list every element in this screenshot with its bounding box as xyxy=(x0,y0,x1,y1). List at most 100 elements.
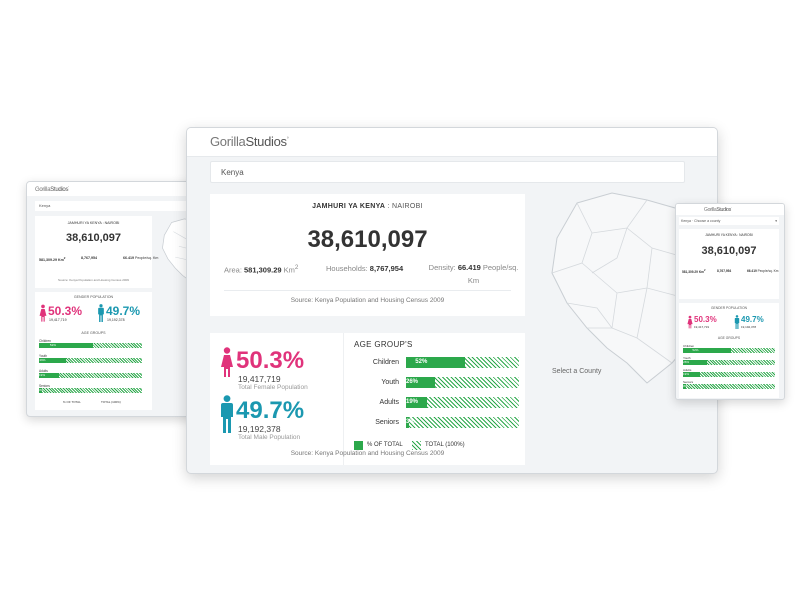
laptop-age-bar-children: 52% xyxy=(39,343,142,348)
female-count: 19,417,719 xyxy=(238,374,281,384)
male-percentage: 49.7% xyxy=(236,397,305,424)
laptop-overview-card: JAMHURI YA KENYA : NAIROBI 38,610,097 58… xyxy=(35,216,158,288)
region-heading: JAMHURI YA KENYA : NAIROBI xyxy=(312,203,423,210)
phone-age-bar-fill-youth: 26% xyxy=(683,360,707,365)
laptop-total: 38,610,097 xyxy=(65,232,122,244)
legend-label-total: % OF TOTAL xyxy=(367,442,403,448)
phone-female-pct: 50.3% xyxy=(694,315,717,324)
phone-age-bar-fill-seniors: 3% xyxy=(683,384,687,389)
laptop-area: 581,309.29 Km2 xyxy=(39,256,66,263)
legend-label-full: TOTAL (100%) xyxy=(425,442,465,448)
laptop-male-pct: 49.7% xyxy=(106,304,141,318)
phone-total: 38,610,097 xyxy=(701,245,757,257)
laptop-female-count: 19,417,719 xyxy=(49,318,67,322)
area-stat: Area: 581,309.29 Km2 xyxy=(224,264,299,275)
laptop-male-icon xyxy=(98,304,104,322)
female-label: Total Female Population xyxy=(238,384,308,391)
phone-male-count: 19,192,378 xyxy=(741,325,757,329)
laptop-male-count: 19,192,378 xyxy=(107,318,125,322)
laptop-age-bar-seniors: 3% xyxy=(39,388,142,393)
brand-logo[interactable]: GorillaStudios° xyxy=(210,134,289,149)
laptop-female-pct: 50.3% xyxy=(48,304,83,318)
age-value-youth: 26% xyxy=(406,379,419,385)
phone-female-icon xyxy=(687,315,693,329)
laptop-source: Source: Kenya Population and Housing Cen… xyxy=(58,278,129,282)
laptop-gender-card: GENDER POPULATION 50.3% 19,417,719 49.7%… xyxy=(35,292,152,410)
demographics-source: Source: Kenya Population and Housing Cen… xyxy=(290,450,445,457)
phone-age-bar-youth: 26% xyxy=(683,360,775,365)
laptop-age-value-adults: 19% xyxy=(39,373,46,377)
age-value-adults: 19% xyxy=(406,399,419,405)
age-bar-children: 52% xyxy=(406,357,519,368)
laptop-age-value-youth: 26% xyxy=(39,358,46,362)
phone-age-value-youth: 26% xyxy=(683,360,690,364)
phone-gender-title: GENDER POPULATION xyxy=(710,306,748,310)
divider xyxy=(224,290,511,291)
phone-age-value-children: 52% xyxy=(692,348,699,352)
male-count: 19,192,378 xyxy=(238,424,281,434)
laptop-legend-total: % OF TOTAL xyxy=(63,400,81,404)
map-prompt: Select a County xyxy=(552,368,602,375)
phone-age-bar-fill-children: 52% xyxy=(683,348,731,353)
phone-age-bar-children: 52% xyxy=(683,348,775,353)
phone-area: 581,309.29 Km2 xyxy=(682,269,706,275)
age-label-adults: Adults xyxy=(379,399,399,406)
laptop-age-bar-fill-children: 52% xyxy=(39,343,93,348)
age-bar-fill-adults: 19% xyxy=(406,397,428,408)
phone-age-title: AGE GROUPS xyxy=(717,336,741,340)
age-bar-adults: 19% xyxy=(406,397,519,408)
overview-card: JAMHURI YA KENYA : NAIROBI 38,610,097 Ar… xyxy=(210,194,525,316)
laptop-age-bar-fill-seniors: 3% xyxy=(39,388,43,393)
laptop-female-icon xyxy=(39,304,47,322)
laptop-density: 66.419 People/sq. Km xyxy=(123,256,159,260)
laptop-households: 8,767,954 xyxy=(81,256,97,260)
phone-male-pct: 49.7% xyxy=(741,315,764,324)
laptop-age-bar-fill-adults: 19% xyxy=(39,373,59,378)
female-icon xyxy=(221,347,233,377)
age-bar-fill-youth: 26% xyxy=(406,377,436,388)
age-bar-youth: 26% xyxy=(406,377,519,388)
age-bar-seniors: 3% xyxy=(406,417,519,428)
legend-swatch-full xyxy=(412,441,421,450)
age-bar-fill-seniors: 3% xyxy=(406,417,415,428)
density-stat: Density: 66.419 People/sq. Km xyxy=(428,263,519,285)
total-population: 38,610,097 xyxy=(307,226,428,253)
app-header: GorillaStudios° xyxy=(187,128,717,157)
phone-preview: GorillaStudios° Kenya · Choose a county ▾… xyxy=(675,203,785,400)
age-label-seniors: Seniors xyxy=(375,419,399,426)
laptop-gender-title: GENDER POPULATION xyxy=(73,295,114,299)
demographics-card: 50.3% 19,417,719 Total Female Population… xyxy=(210,333,525,465)
phone-households: 8,767,954 xyxy=(717,269,732,273)
male-icon xyxy=(221,395,233,433)
phone-heading: JAMHURI YA KENYA : NAIROBI xyxy=(705,233,753,237)
phone-gender-card: GENDER POPULATION 50.3% 19,417,719 49.7%… xyxy=(679,303,779,398)
phone-age-bar-seniors: 3% xyxy=(683,384,775,389)
phone-age-bar-fill-adults: 19% xyxy=(683,372,701,377)
age-bar-fill-children: 52% xyxy=(406,357,465,368)
phone-header: GorillaStudios° xyxy=(676,204,784,215)
laptop-age-value-children: 52% xyxy=(49,343,56,347)
phone-logo: GorillaStudios° xyxy=(704,207,732,213)
phone-density: 66.419 People/sq. Km xyxy=(747,269,779,273)
country-search-input[interactable]: Kenya xyxy=(210,161,685,183)
age-groups-panel: AGE GROUP'S Children 52% Youth 26% Adults 19%… xyxy=(343,333,526,465)
male-label: Total Male Population xyxy=(238,434,301,441)
laptop-heading: JAMHURI YA KENYA : NAIROBI xyxy=(67,221,120,225)
chevron-down-icon: ▾ xyxy=(775,219,777,223)
age-value-children: 52% xyxy=(415,359,428,365)
laptop-age-bar-adults: 19% xyxy=(39,373,142,378)
phone-age-value-adults: 19% xyxy=(683,372,690,376)
households-stat: Households: 8,767,954 xyxy=(326,264,404,273)
phone-country-select[interactable]: Kenya · Choose a county ▾ xyxy=(679,217,779,225)
laptop-legend-full: TOTAL (100%) xyxy=(101,400,121,404)
age-groups-title: AGE GROUP'S xyxy=(354,340,413,349)
laptop-age-bar-fill-youth: 26% xyxy=(39,358,66,363)
phone-female-count: 19,417,719 xyxy=(694,325,710,329)
age-label-children: Children xyxy=(372,359,399,366)
age-label-youth: Youth xyxy=(381,379,399,386)
overview-source: Source: Kenya Population and Housing Cen… xyxy=(290,297,445,304)
dashboard-window: GorillaStudios° Kenya JAMHURI YA KENYA :… xyxy=(186,127,718,474)
female-percentage: 50.3% xyxy=(236,347,305,374)
laptop-logo: GorillaStudios° xyxy=(35,186,69,193)
laptop-age-bar-youth: 26% xyxy=(39,358,142,363)
